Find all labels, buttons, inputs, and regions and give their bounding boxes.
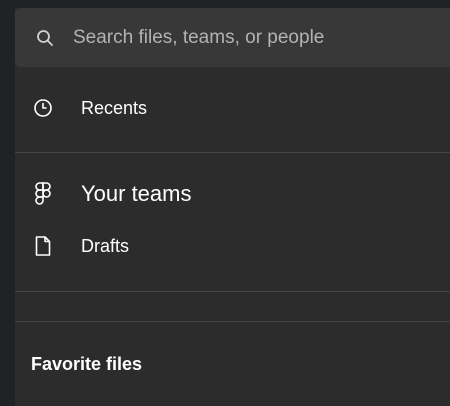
search-icon <box>35 28 55 48</box>
top-edge-panel <box>15 0 450 8</box>
figma-logo-icon <box>32 182 54 205</box>
file-browser-sidebar: Recents Your teams Drafts <box>0 0 450 406</box>
section-title-favorite-files: Favorite files <box>31 354 143 374</box>
divider <box>15 291 450 292</box>
left-edge-panel <box>0 0 15 406</box>
clock-icon <box>32 97 54 119</box>
nav-label-your-teams: Your teams <box>81 181 192 206</box>
search-bar[interactable] <box>15 8 450 67</box>
search-input[interactable] <box>73 26 433 49</box>
nav-item-recents[interactable]: Recents <box>15 90 450 126</box>
nav-label-recents: Recents <box>81 97 148 118</box>
divider <box>15 152 450 153</box>
file-icon <box>32 235 54 257</box>
nav-label-drafts: Drafts <box>81 235 130 256</box>
nav-item-your-teams[interactable]: Your teams <box>15 172 450 216</box>
nav-item-drafts[interactable]: Drafts <box>15 228 450 264</box>
divider <box>15 321 450 322</box>
